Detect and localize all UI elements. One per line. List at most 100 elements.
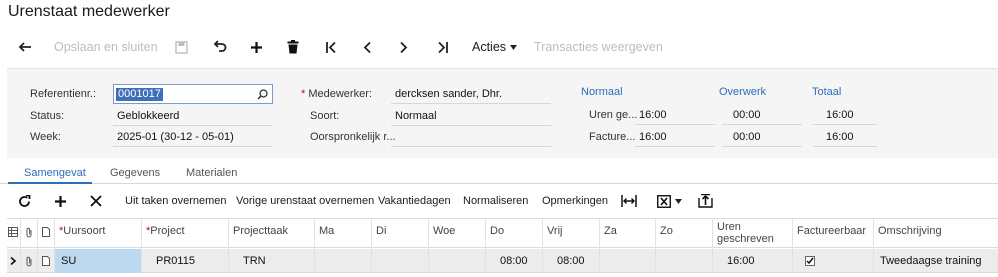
upload-button[interactable]	[698, 189, 713, 213]
reference-label: Referentienr.:	[30, 88, 97, 100]
tuesday-column-header[interactable]: Di	[372, 219, 429, 249]
next-record-button[interactable]	[399, 36, 409, 58]
project-task-cell[interactable]: TRN	[229, 249, 315, 273]
add-row-button[interactable]	[54, 189, 67, 213]
project-cell[interactable]: PR0115	[142, 249, 229, 273]
page-title: Urenstaat medewerker	[8, 3, 170, 20]
status-value: Geblokkeerd	[117, 110, 180, 122]
saturday-cell[interactable]	[600, 249, 656, 273]
previous-record-button[interactable]	[362, 36, 372, 58]
row-attachment-cell[interactable]	[21, 249, 38, 273]
excel-icon	[657, 194, 671, 208]
delete-button[interactable]	[287, 36, 299, 58]
last-record-button[interactable]	[436, 36, 449, 58]
transactions-label: Transacties weergeven	[534, 40, 663, 54]
week-underline	[113, 146, 273, 147]
header-form: Referentienr.: 0001017 Status: Geblokkee…	[7, 68, 998, 158]
close-icon	[90, 195, 102, 207]
hours-overtime-underline	[722, 124, 802, 125]
fit-width-icon	[621, 195, 637, 207]
vacation-days-button[interactable]: Vakantiedagen	[378, 189, 451, 213]
hours-total-value: 16:00	[826, 109, 854, 121]
remarks-label: Opmerkingen	[542, 195, 609, 207]
note-icon	[42, 256, 50, 266]
first-page-icon	[326, 41, 336, 53]
note-icon	[42, 227, 50, 237]
monday-cell[interactable]	[315, 249, 372, 273]
take-over-tasks-button[interactable]: Uit taken overnemen	[125, 189, 227, 213]
thursday-column-header[interactable]: Do	[486, 219, 543, 249]
description-cell[interactable]: Tweedaagse training	[874, 249, 998, 273]
column-settings-icon[interactable]	[7, 219, 21, 249]
fit-columns-button[interactable]	[621, 189, 637, 213]
tab-summary[interactable]: Samengevat	[24, 167, 86, 179]
project-header-text: Project	[150, 225, 185, 237]
row-selector[interactable]	[7, 249, 21, 273]
original-ref-label: Oorspronkelijk r...	[310, 131, 396, 143]
take-over-previous-button[interactable]: Vorige urenstaat overnemen	[236, 189, 374, 213]
billable-cell[interactable]	[793, 249, 874, 273]
undo-icon	[213, 40, 227, 52]
back-button[interactable]	[18, 36, 32, 58]
sunday-cell[interactable]	[656, 249, 713, 273]
sunday-column-header[interactable]: Zo	[656, 219, 713, 249]
type-value[interactable]: Normaal	[395, 110, 437, 122]
vacation-days-label: Vakantiedagen	[378, 195, 451, 207]
search-icon[interactable]	[257, 89, 268, 100]
export-menu-button[interactable]	[657, 189, 682, 213]
paperclip-icon	[26, 227, 32, 238]
billable-column-header[interactable]: Factureerbaar	[793, 219, 874, 249]
first-record-button[interactable]	[325, 36, 338, 58]
invoiced-row-label: Facture...	[589, 131, 636, 143]
normalize-button[interactable]: Normaliseren	[463, 189, 528, 213]
chevron-right-icon	[400, 41, 408, 53]
saturday-column-header[interactable]: Za	[600, 219, 656, 249]
week-value[interactable]: 2025-01 (30-12 - 05-01)	[117, 131, 234, 143]
save-button[interactable]	[175, 36, 188, 58]
row-pointer-icon	[10, 257, 16, 265]
reference-input[interactable]: 0001017	[113, 84, 273, 104]
checkmark-icon	[806, 257, 814, 265]
friday-cell[interactable]: 08:00	[543, 249, 600, 273]
invoiced-overtime-underline	[722, 146, 802, 147]
undo-button[interactable]	[213, 36, 227, 58]
tab-details[interactable]: Gegevens	[110, 167, 160, 179]
wednesday-column-header[interactable]: Woe	[429, 219, 486, 249]
plus-icon	[55, 195, 66, 207]
earning-type-cell[interactable]: SU	[55, 249, 142, 273]
save-close-label: Opslaan en sluiten	[54, 40, 158, 54]
caret-down-icon	[510, 44, 518, 50]
hours-written-cell: 16:00	[713, 249, 793, 273]
thursday-cell[interactable]: 08:00	[486, 249, 543, 273]
project-column-header[interactable]: *Project	[142, 219, 229, 249]
last-page-icon	[438, 41, 448, 53]
friday-column-header[interactable]: Vrij	[543, 219, 600, 249]
description-column-header[interactable]: Omschrijving	[874, 219, 998, 249]
refresh-button[interactable]	[18, 189, 31, 213]
transactions-button[interactable]: Transacties weergeven	[534, 36, 663, 58]
take-over-previous-label: Vorige urenstaat overnemen	[236, 195, 375, 207]
tuesday-cell[interactable]	[372, 249, 429, 273]
monday-column-header[interactable]: Ma	[315, 219, 372, 249]
table-row[interactable]: SU PR0115 TRN 08:00 08:00 16:00 Tweedaag…	[7, 249, 998, 273]
tab-bar: Samengevat Gegevens Materialen	[0, 164, 998, 184]
normal-column-header: Normaal	[581, 86, 623, 98]
delete-row-button[interactable]	[90, 189, 102, 213]
tab-materials[interactable]: Materialen	[186, 167, 237, 179]
billable-checkbox[interactable]	[805, 256, 815, 266]
actions-menu[interactable]: Acties	[472, 36, 518, 58]
save-close-button[interactable]: Opslaan en sluiten	[54, 36, 158, 58]
row-note-cell[interactable]	[38, 249, 55, 273]
wednesday-cell[interactable]	[429, 249, 486, 273]
hours-written-column-header[interactable]: Uren geschreven	[713, 219, 793, 249]
employee-value[interactable]: dercksen sander, Dhr.	[395, 88, 502, 100]
project-task-column-header[interactable]: Projecttaak	[229, 219, 315, 249]
remarks-button[interactable]: Opmerkingen	[542, 189, 608, 213]
employee-underline	[391, 103, 551, 104]
invoiced-normal-value: 16:00	[639, 131, 667, 143]
status-label: Status:	[30, 110, 65, 122]
week-label: Week:	[30, 131, 61, 143]
original-ref-underline	[391, 146, 551, 147]
add-button[interactable]	[250, 36, 263, 58]
earning-type-column-header[interactable]: *Uursoort	[55, 219, 142, 249]
